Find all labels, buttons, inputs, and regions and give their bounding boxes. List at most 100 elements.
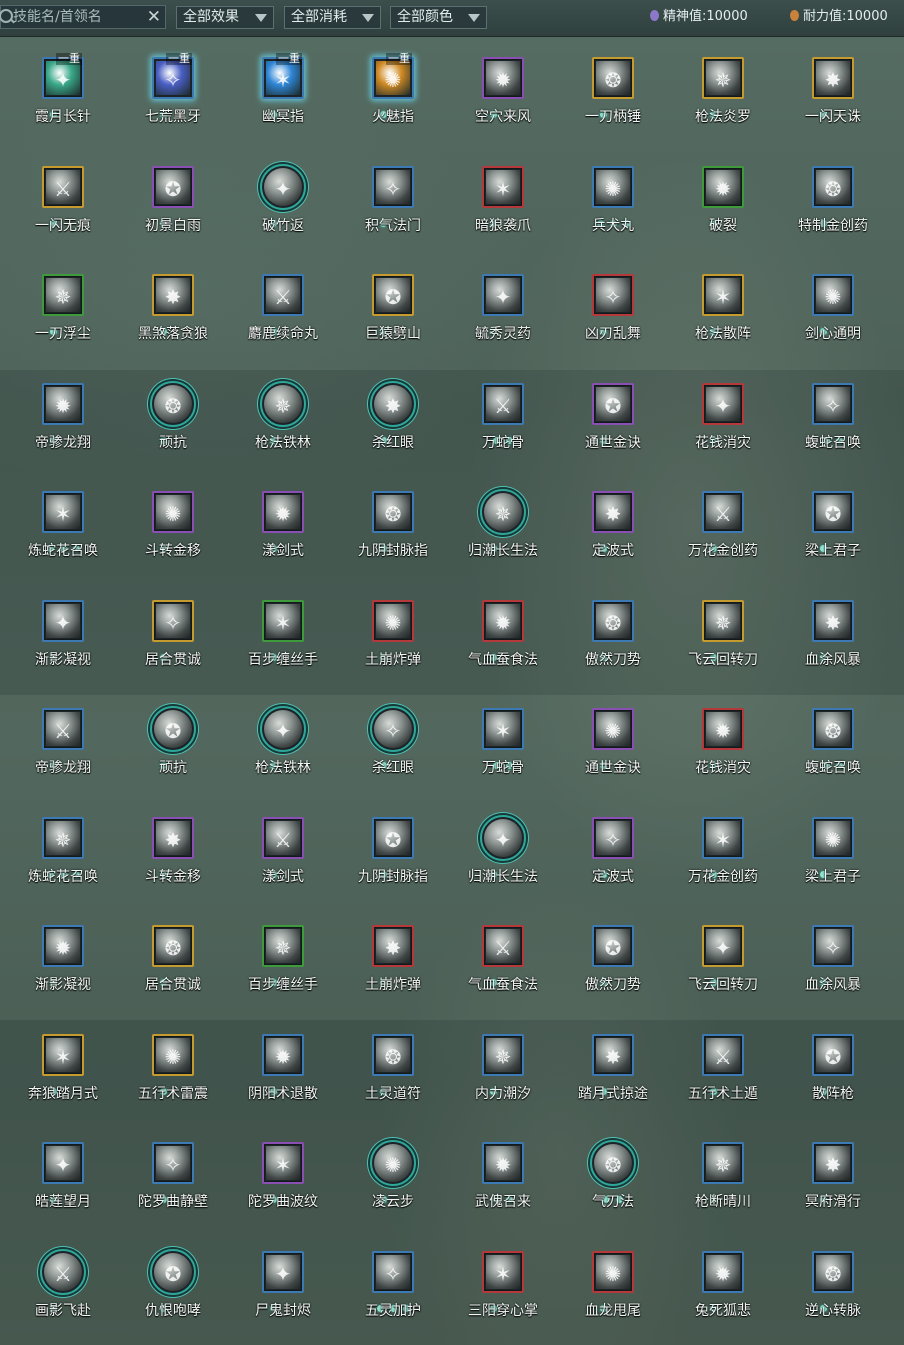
skill-item[interactable]: ❂ 蝮蛇召唤 bbox=[778, 687, 888, 797]
skill-item[interactable]: ❂ 居合贯诚 bbox=[118, 904, 228, 1014]
skill-item[interactable]: ⚔ 画影飞赴 bbox=[8, 1230, 118, 1340]
skill-item[interactable]: ✶ 万花金创药 bbox=[668, 796, 778, 906]
skill-item[interactable]: ✸ 定波式 bbox=[558, 470, 668, 580]
skill-item[interactable]: ✪ 梁上君子 bbox=[778, 470, 888, 580]
skill-item[interactable]: ✵ 枪法炎罗 bbox=[668, 36, 778, 146]
skill-item[interactable]: ✧ 五灵加护 bbox=[338, 1230, 448, 1340]
skill-item[interactable]: ✵ 枪法铁林 bbox=[228, 362, 338, 472]
skill-item[interactable]: ✶ 炼蛇花召唤 bbox=[8, 470, 118, 580]
skill-item[interactable]: ✹ 兔死狐悲 bbox=[668, 1230, 778, 1340]
skill-item[interactable]: ✺ 一重 火魅指 bbox=[338, 36, 448, 146]
skill-item[interactable]: ✧ 一重 七荒黑牙 bbox=[118, 36, 228, 146]
skill-item[interactable]: ✸ 黑煞落贪狼 bbox=[118, 253, 228, 363]
skill-item[interactable]: ⚔ 万蛇骨 bbox=[448, 362, 558, 472]
skill-item[interactable]: ✧ 居合贯诚 bbox=[118, 579, 228, 689]
skill-item[interactable]: ✹ 气血蚕食法 bbox=[448, 579, 558, 689]
skill-item[interactable]: ✶ 万蛇骨 bbox=[448, 687, 558, 797]
clear-icon[interactable]: ✕ bbox=[147, 6, 161, 28]
skill-item[interactable]: ✦ 花钱消灾 bbox=[668, 362, 778, 472]
skill-item[interactable]: ✺ 凌云步 bbox=[338, 1121, 448, 1231]
skill-item[interactable]: ✪ 通世金诀 bbox=[558, 362, 668, 472]
skill-item[interactable]: ✶ 一重 幽冥指 bbox=[228, 36, 338, 146]
skill-item[interactable]: ✺ 血龙甩尾 bbox=[558, 1230, 668, 1340]
skill-item[interactable]: ✺ 兵犬丸 bbox=[558, 145, 668, 255]
skill-item[interactable]: ⚔ 五行术土遁 bbox=[668, 1013, 778, 1123]
skill-item[interactable]: ✺ 五行术雷震 bbox=[118, 1013, 228, 1123]
skill-item[interactable]: ✪ 顽抗 bbox=[118, 687, 228, 797]
skill-item[interactable]: ✧ 积气法门 bbox=[338, 145, 448, 255]
skill-item[interactable]: ⚔ 漾剑式 bbox=[228, 796, 338, 906]
skill-item[interactable]: ✧ 陀罗曲静壁 bbox=[118, 1121, 228, 1231]
skill-item[interactable]: ✧ 定波式 bbox=[558, 796, 668, 906]
skill-item[interactable]: ⚔ 万花金创药 bbox=[668, 470, 778, 580]
skill-item[interactable]: ⚔ 帝骖龙翔 bbox=[8, 687, 118, 797]
color-filter-dropdown[interactable]: 全部颜色 bbox=[390, 6, 487, 29]
skill-item[interactable]: ✵ 飞云回转刀 bbox=[668, 579, 778, 689]
skill-item[interactable]: ✹ 帝骖龙翔 bbox=[8, 362, 118, 472]
skill-item[interactable]: ✦ 归潮长生法 bbox=[448, 796, 558, 906]
skill-item[interactable]: ✹ 渐影凝视 bbox=[8, 904, 118, 1014]
search-input[interactable] bbox=[13, 7, 143, 27]
skill-item[interactable]: ✶ 暗狼袭爪 bbox=[448, 145, 558, 255]
skill-item[interactable]: ✪ 初景白雨 bbox=[118, 145, 228, 255]
skill-item[interactable]: ✵ 归潮长生法 bbox=[448, 470, 558, 580]
skill-item[interactable]: ✺ 土崩炸弹 bbox=[338, 579, 448, 689]
skill-item[interactable]: ❂ 顽抗 bbox=[118, 362, 228, 472]
skill-item[interactable]: ⚔ 麝鹿续命丸 bbox=[228, 253, 338, 363]
skill-item[interactable]: ✸ 一闪天诛 bbox=[778, 36, 888, 146]
skill-item[interactable]: ⚔ 一闪无痕 bbox=[8, 145, 118, 255]
skill-item[interactable]: ✶ 陀罗曲波纹 bbox=[228, 1121, 338, 1231]
skill-item[interactable]: ✺ 剑心通明 bbox=[778, 253, 888, 363]
skill-item[interactable]: ✸ 血涂风暴 bbox=[778, 579, 888, 689]
skill-item[interactable]: ✶ 百步缠丝手 bbox=[228, 579, 338, 689]
skill-item[interactable]: ✪ 九阴封脉指 bbox=[338, 796, 448, 906]
skill-item[interactable]: ✹ 阴阳术退散 bbox=[228, 1013, 338, 1123]
skill-item[interactable]: ✸ 土崩炸弹 bbox=[338, 904, 448, 1014]
skill-item[interactable]: ✵ 百步缠丝手 bbox=[228, 904, 338, 1014]
skill-item[interactable]: ✸ 斗转金移 bbox=[118, 796, 228, 906]
skill-item[interactable]: ✦ 飞云回转刀 bbox=[668, 904, 778, 1014]
skill-item[interactable]: ✪ 仇恨咆哮 bbox=[118, 1230, 228, 1340]
skill-item[interactable]: ✺ 通世金诀 bbox=[558, 687, 668, 797]
skill-item[interactable]: ✶ 奔狼踏月式 bbox=[8, 1013, 118, 1123]
skill-item[interactable]: ✹ 漾剑式 bbox=[228, 470, 338, 580]
skill-item[interactable]: ✵ 枪断晴川 bbox=[668, 1121, 778, 1231]
skill-item[interactable]: ✧ 蝮蛇召唤 bbox=[778, 362, 888, 472]
skill-item[interactable]: ❂ 傲然刀势 bbox=[558, 579, 668, 689]
skill-item[interactable]: ✹ 花钱消灾 bbox=[668, 687, 778, 797]
skill-item[interactable]: ❂ 一刀柄锤 bbox=[558, 36, 668, 146]
skill-item[interactable]: ✵ 内力潮汐 bbox=[448, 1013, 558, 1123]
skill-item[interactable]: ✺ 梁上君子 bbox=[778, 796, 888, 906]
skill-item[interactable]: ✦ 皓莲望月 bbox=[8, 1121, 118, 1231]
skill-item[interactable]: ✶ 三阳穿心掌 bbox=[448, 1230, 558, 1340]
effect-filter-dropdown[interactable]: 全部效果 bbox=[176, 6, 274, 29]
skill-item[interactable]: ❂ 气刃法 bbox=[558, 1121, 668, 1231]
skill-item[interactable]: ✧ 血涂风暴 bbox=[778, 904, 888, 1014]
skill-item[interactable]: ❂ 九阴封脉指 bbox=[338, 470, 448, 580]
skill-item[interactable]: ✧ 凶刃乱舞 bbox=[558, 253, 668, 363]
skill-item[interactable]: ✵ 一刀浮尘 bbox=[8, 253, 118, 363]
skill-item[interactable]: ✹ 破裂 bbox=[668, 145, 778, 255]
skill-item[interactable]: ✪ 散阵枪 bbox=[778, 1013, 888, 1123]
skill-item[interactable]: ✶ 枪法散阵 bbox=[668, 253, 778, 363]
skill-item[interactable]: ❂ 土灵道符 bbox=[338, 1013, 448, 1123]
skill-item[interactable]: ✪ 傲然刀势 bbox=[558, 904, 668, 1014]
skill-item[interactable]: ✵ 炼蛇花召唤 bbox=[8, 796, 118, 906]
skill-item[interactable]: ✸ 杀红眼 bbox=[338, 362, 448, 472]
skill-item[interactable]: ✦ 一重 霞月长针 bbox=[8, 36, 118, 146]
cost-filter-dropdown[interactable]: 全部消耗 bbox=[284, 6, 381, 29]
skill-item[interactable]: ✹ 空穴来风 bbox=[448, 36, 558, 146]
skill-item[interactable]: ✦ 渐影凝视 bbox=[8, 579, 118, 689]
skill-item[interactable]: ✦ 枪法铁林 bbox=[228, 687, 338, 797]
skill-item[interactable]: ⚔ 气血蚕食法 bbox=[448, 904, 558, 1014]
skill-item[interactable]: ✸ 踏月式掠途 bbox=[558, 1013, 668, 1123]
skill-item[interactable]: ✪ 巨猿劈山 bbox=[338, 253, 448, 363]
skill-item[interactable]: ✹ 武傀召来 bbox=[448, 1121, 558, 1231]
skill-item[interactable]: ✦ 破竹返 bbox=[228, 145, 338, 255]
skill-item[interactable]: ✦ 毓秀灵药 bbox=[448, 253, 558, 363]
skill-item[interactable]: ✦ 尸鬼封烬 bbox=[228, 1230, 338, 1340]
skill-item[interactable]: ✸ 冥府滑行 bbox=[778, 1121, 888, 1231]
skill-item[interactable]: ❂ 逆心转脉 bbox=[778, 1230, 888, 1340]
skill-item[interactable]: ❂ 特制金创药 bbox=[778, 145, 888, 255]
skill-item[interactable]: ✧ 杀红眼 bbox=[338, 687, 448, 797]
